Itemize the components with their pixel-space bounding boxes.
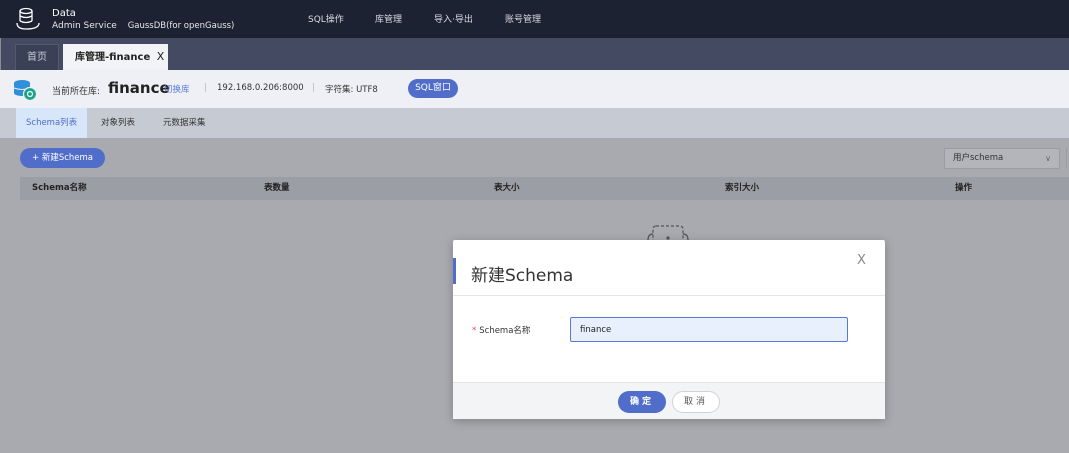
separator: | [204, 83, 208, 93]
close-icon[interactable]: X [857, 253, 866, 268]
column-actions: 操作 [955, 183, 973, 193]
tab-home[interactable]: 首页 [15, 44, 59, 70]
dialog-divider [453, 295, 885, 296]
schema-name-input[interactable] [570, 317, 848, 342]
subtab-metadata-collection[interactable]: 元数据采集 [163, 108, 206, 138]
column-index-size: 索引大小 [725, 183, 760, 193]
cancel-button[interactable]: 取消 [672, 391, 720, 413]
database-logo-icon [16, 7, 40, 30]
schema-type-select[interactable]: 用户schema ∨ [944, 148, 1060, 169]
subtab-object-list[interactable]: 对象列表 [101, 108, 135, 138]
dialog-title-accent [453, 258, 456, 284]
column-table-count: 表数量 [264, 183, 290, 193]
current-db-label: 当前所在库: [52, 87, 101, 97]
subtab-bar: Schema列表 对象列表 元数据采集 [0, 108, 1069, 138]
schema-name-label-text: Schema名称 [479, 326, 531, 336]
column-schema-name: Schema名称 [32, 183, 87, 193]
database-info-bar: 当前所在库: finance 切换库 | 192.168.0.206:8000 … [0, 70, 1069, 108]
schema-type-value: 用户schema [953, 153, 1004, 163]
db-host: 192.168.0.206:8000 [217, 83, 304, 93]
top-navigation: Data Admin Service GaussDB(for openGauss… [0, 0, 1069, 38]
confirm-button[interactable]: 确定 [618, 391, 666, 413]
dialog-title: 新建Schema [471, 266, 574, 286]
product-name: GaussDB(for openGauss) [127, 21, 235, 31]
switch-db-link[interactable]: 切换库 [164, 83, 190, 95]
required-mark: * [472, 326, 477, 336]
chevron-down-icon: ∨ [1045, 154, 1051, 163]
nav-import-export[interactable]: 导入·导出 [434, 12, 473, 25]
sql-window-button[interactable]: SQL窗口 [408, 79, 458, 98]
table-header: Schema名称 表数量 表大小 索引大小 操作 [20, 177, 1069, 200]
schema-name-label: * Schema名称 [472, 324, 530, 336]
app-subtitle-text: Admin Service [52, 21, 117, 31]
current-db-name: finance [108, 79, 170, 97]
app-name: Data [52, 8, 76, 19]
tab-label: 库管理-finance [75, 52, 151, 63]
subtab-schema-list[interactable]: Schema列表 [16, 108, 88, 138]
app-subtitle: Admin Service GaussDB(for openGauss) [52, 21, 234, 31]
nav-sql-operation[interactable]: SQL操作 [308, 12, 344, 25]
dialog-footer: 确定 取消 [453, 382, 885, 419]
nav-account-management[interactable]: 账号管理 [505, 12, 541, 25]
column-table-size: 表大小 [494, 183, 520, 193]
tab-bar: 首页 库管理-finance X [0, 38, 1069, 70]
new-schema-dialog: 新建Schema X *Schema名称 确定 取消 [453, 240, 885, 419]
nav-db-management[interactable]: 库管理 [375, 12, 402, 25]
tab-close-icon[interactable]: X [157, 50, 165, 63]
separator: | [312, 83, 316, 93]
new-schema-button[interactable]: + 新建Schema [20, 148, 105, 168]
charset-info: 字符集: UTF8 [325, 85, 378, 95]
tab-db-management-finance[interactable]: 库管理-finance X [63, 44, 168, 70]
database-switch-icon [13, 80, 38, 102]
